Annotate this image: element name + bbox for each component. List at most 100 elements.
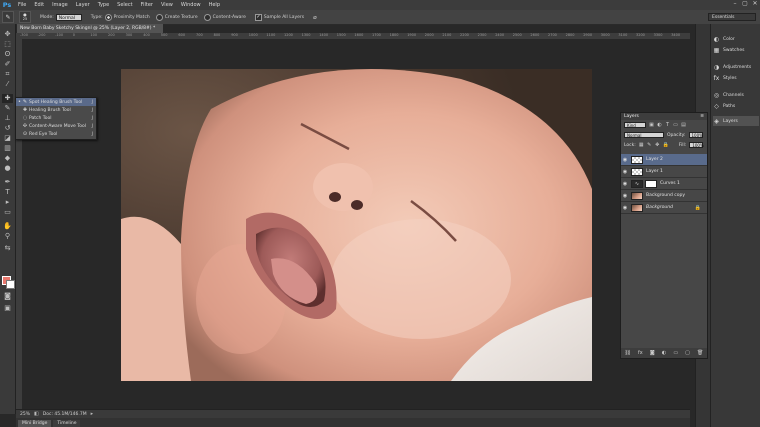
minimize-button[interactable]: – bbox=[732, 1, 738, 7]
dock-paths[interactable]: ◇ Paths bbox=[713, 101, 759, 111]
lock-all-icon[interactable]: 🔒 bbox=[663, 142, 669, 148]
dodge-tool-icon[interactable]: ● bbox=[2, 164, 13, 173]
document-tab[interactable]: New Born Baby Sketchy Skingnl @ 25% (Lay… bbox=[17, 24, 163, 33]
smart-object-filter-icon[interactable]: ▤ bbox=[681, 122, 686, 128]
visibility-eye-icon[interactable]: ◉ bbox=[621, 157, 629, 163]
brush-tool-icon[interactable]: ✎ bbox=[2, 104, 13, 113]
dock-adjustments[interactable]: ◑ Adjustments bbox=[713, 62, 759, 72]
zoom-tool-icon[interactable]: ⚲ bbox=[2, 232, 13, 241]
layer-name[interactable]: Background bbox=[646, 205, 673, 210]
layer-row[interactable]: ◉ Layer 2 bbox=[621, 154, 707, 166]
menu-window[interactable]: Window bbox=[177, 0, 205, 10]
status-arrow-icon[interactable]: ▸ bbox=[91, 411, 94, 417]
path-selection-tool-icon[interactable]: ▸ bbox=[2, 198, 13, 207]
menu-type[interactable]: Type bbox=[94, 0, 113, 10]
layer-row[interactable]: ◉ ∿ Curves 1 bbox=[621, 178, 707, 190]
visibility-eye-icon[interactable]: ◉ bbox=[621, 205, 629, 211]
create-texture-radio[interactable] bbox=[155, 13, 163, 21]
lock-position-icon[interactable]: ✥ bbox=[655, 142, 660, 148]
mode-select[interactable]: Normal bbox=[55, 13, 82, 21]
screen-mode-icon[interactable]: ▣ bbox=[2, 304, 13, 313]
lock-transparent-icon[interactable]: ▦ bbox=[639, 142, 644, 148]
flyout-item-healing-brush[interactable]: ✚ Healing Brush Tool J bbox=[16, 106, 96, 114]
content-aware-radio[interactable] bbox=[203, 13, 211, 21]
tab-timeline[interactable]: Timeline bbox=[53, 420, 81, 427]
folder-icon[interactable]: ▭ bbox=[673, 350, 678, 356]
menu-view[interactable]: View bbox=[157, 0, 177, 10]
layer-mask-thumbnail[interactable] bbox=[645, 179, 657, 188]
clone-stamp-tool-icon[interactable]: ⊥ bbox=[2, 114, 13, 123]
gradient-tool-icon[interactable]: ▥ bbox=[2, 144, 13, 153]
trash-icon[interactable]: 🗑 bbox=[697, 350, 703, 356]
tool-preset-picker[interactable]: ✎ bbox=[2, 11, 14, 23]
dock-styles[interactable]: fx Styles bbox=[713, 73, 759, 83]
pen-tool-icon[interactable]: ✒ bbox=[2, 178, 13, 187]
fx-icon[interactable]: fx bbox=[638, 350, 643, 356]
zoom-level[interactable]: 25% bbox=[20, 412, 30, 417]
menu-edit[interactable]: Edit bbox=[30, 0, 48, 10]
layer-name[interactable]: Layer 1 bbox=[646, 169, 663, 174]
opacity-field[interactable]: 100% bbox=[688, 132, 703, 138]
layer-name[interactable]: Curves 1 bbox=[660, 181, 680, 186]
visibility-eye-icon[interactable]: ◉ bbox=[621, 181, 629, 187]
blend-mode-select[interactable]: Normal bbox=[624, 132, 664, 138]
flyout-item-patch[interactable]: ◌ Patch Tool J bbox=[16, 114, 96, 122]
flyout-item-content-aware-move[interactable]: ✣ Content-Aware Move Tool J bbox=[16, 122, 96, 130]
spot-healing-tool-icon[interactable]: ✚ bbox=[2, 94, 13, 103]
history-brush-tool-icon[interactable]: ↺ bbox=[2, 124, 13, 133]
lock-pixels-icon[interactable]: ✎ bbox=[647, 142, 652, 148]
type-tool-icon[interactable]: T bbox=[2, 188, 13, 197]
dock-layers[interactable]: ◈ Layers bbox=[713, 116, 759, 126]
fill-field[interactable]: 100% bbox=[689, 142, 704, 148]
blur-tool-icon[interactable]: ◆ bbox=[2, 154, 13, 163]
layer-name[interactable]: Layer 2 bbox=[646, 157, 663, 162]
menu-layer[interactable]: Layer bbox=[72, 0, 94, 10]
layer-name[interactable]: Background copy bbox=[646, 193, 685, 198]
eyedropper-tool-icon[interactable]: ⁄ bbox=[2, 80, 13, 89]
document-canvas-photo[interactable] bbox=[121, 69, 592, 381]
sample-all-layers-checkbox[interactable]: ✓ bbox=[254, 13, 262, 21]
menu-filter[interactable]: Filter bbox=[137, 0, 157, 10]
dock-color[interactable]: ◐ Color bbox=[713, 34, 759, 44]
type-filter-icon[interactable]: T bbox=[665, 122, 670, 128]
dock-swatches[interactable]: ▦ Swatches bbox=[713, 45, 759, 55]
adjustment-filter-icon[interactable]: ◐ bbox=[657, 122, 662, 128]
swap-colors-icon[interactable]: ⇆ bbox=[2, 244, 13, 253]
background-color-swatch[interactable] bbox=[6, 280, 15, 289]
status-menu-icon[interactable]: ◧ bbox=[34, 411, 39, 417]
shape-filter-icon[interactable]: ▭ bbox=[673, 122, 678, 128]
kind-filter-select[interactable]: Kind bbox=[624, 122, 646, 128]
panel-menu-icon[interactable]: ≡ bbox=[700, 114, 704, 119]
brush-size-picker[interactable]: ● 25 bbox=[19, 11, 31, 23]
proximity-match-radio[interactable] bbox=[104, 13, 112, 21]
quick-mask-icon[interactable]: ◙ bbox=[2, 292, 13, 301]
new-layer-icon[interactable]: ▢ bbox=[685, 350, 690, 356]
maximize-button[interactable]: ▢ bbox=[742, 1, 748, 7]
menu-file[interactable]: File bbox=[14, 0, 30, 10]
layer-row[interactable]: ◉ Background 🔒 bbox=[621, 202, 707, 214]
menu-image[interactable]: Image bbox=[48, 0, 72, 10]
eraser-tool-icon[interactable]: ◪ bbox=[2, 134, 13, 143]
visibility-eye-icon[interactable]: ◉ bbox=[621, 193, 629, 199]
link-icon[interactable]: ⛓ bbox=[625, 350, 631, 356]
flyout-item-spot-healing-brush[interactable]: • ✎ Spot Healing Brush Tool J bbox=[16, 98, 96, 106]
workspace-select[interactable]: Essentials bbox=[708, 13, 756, 21]
shape-tool-icon[interactable]: ▭ bbox=[2, 208, 13, 217]
menu-select[interactable]: Select bbox=[113, 0, 136, 10]
flyout-item-red-eye[interactable]: ⊙ Red Eye Tool J bbox=[16, 130, 96, 138]
visibility-eye-icon[interactable]: ◉ bbox=[621, 169, 629, 175]
adjustment-layer-icon[interactable]: ◐ bbox=[662, 350, 666, 356]
hand-tool-icon[interactable]: ✋ bbox=[2, 222, 13, 231]
marquee-tool-icon[interactable]: ⬚ bbox=[2, 40, 13, 49]
dock-channels[interactable]: ◎ Channels bbox=[713, 90, 759, 100]
lasso-tool-icon[interactable]: ʘ bbox=[2, 50, 13, 59]
crop-tool-icon[interactable]: ⌗ bbox=[2, 70, 13, 79]
move-tool-icon[interactable]: ✥ bbox=[2, 30, 13, 39]
layer-row[interactable]: ◉ Background copy bbox=[621, 190, 707, 202]
tab-mini-bridge[interactable]: Mini Bridge bbox=[18, 420, 52, 427]
pressure-size-icon[interactable]: ⌀ bbox=[313, 14, 317, 21]
quick-selection-tool-icon[interactable]: ✐ bbox=[2, 60, 13, 69]
layer-row[interactable]: ◉ Layer 1 bbox=[621, 166, 707, 178]
pixel-filter-icon[interactable]: ▣ bbox=[649, 122, 654, 128]
mask-icon[interactable]: ◙ bbox=[650, 350, 655, 356]
